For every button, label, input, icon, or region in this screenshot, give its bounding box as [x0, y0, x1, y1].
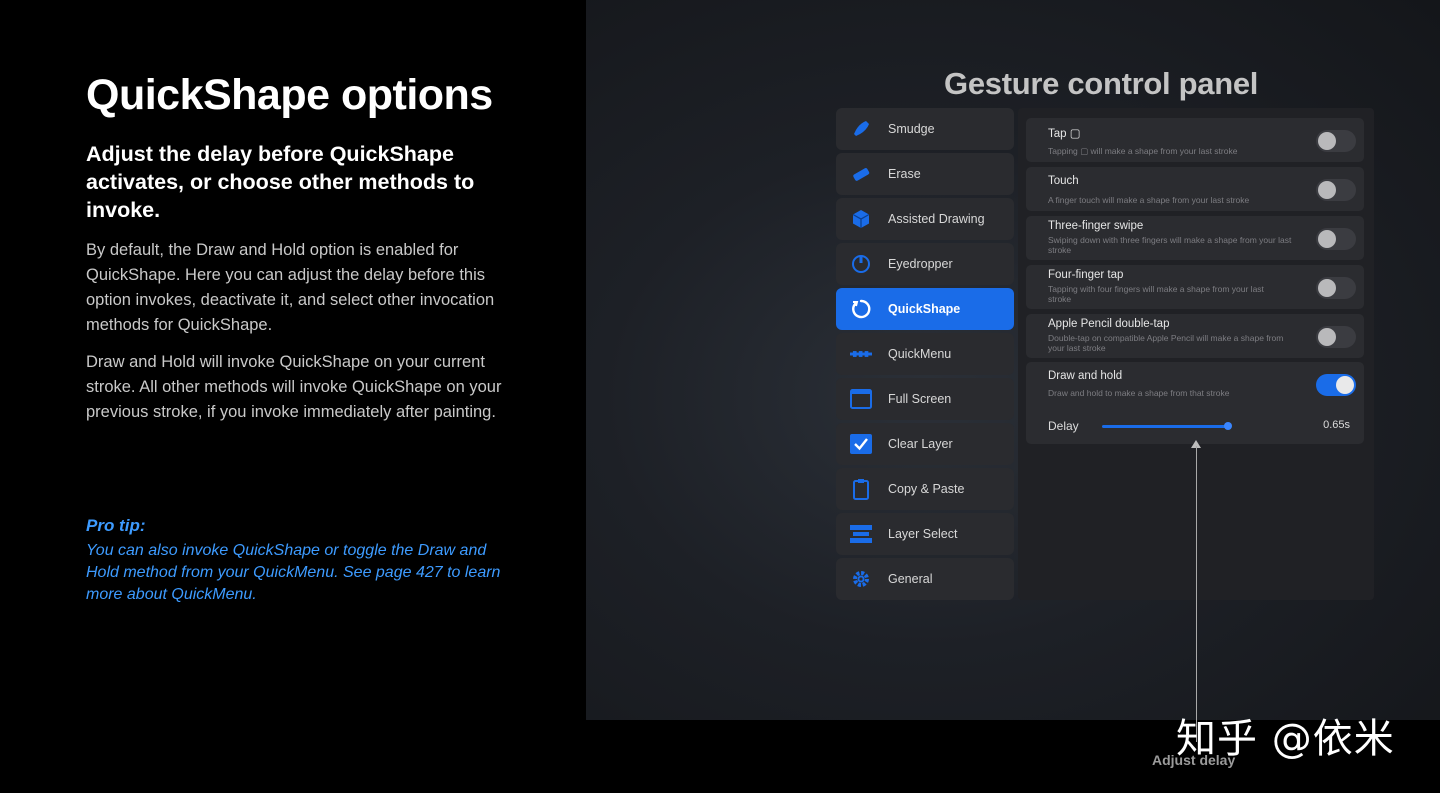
tap-toggle[interactable]: [1316, 130, 1356, 152]
menu-item-eyedropper[interactable]: Eyedropper: [836, 243, 1014, 285]
toggle-knob: [1318, 132, 1336, 150]
option-title: Touch: [1048, 175, 1079, 187]
assisted-drawing-icon: [850, 208, 872, 230]
apple-pencil-double-tap-toggle[interactable]: [1316, 326, 1356, 348]
option-description: Draw and hold to make a shape from that …: [1048, 388, 1230, 398]
menu-item-erase[interactable]: Erase: [836, 153, 1014, 195]
toggle-knob: [1318, 230, 1336, 248]
subtitle: Adjust the delay before QuickShape activ…: [86, 142, 475, 222]
smudge-icon: [850, 118, 872, 140]
delay-slider-handle[interactable]: [1224, 422, 1232, 430]
quickmenu-icon: [850, 343, 872, 365]
menu-item-full-screen[interactable]: Full Screen: [836, 378, 1014, 420]
option-title: Three-finger swipe: [1048, 220, 1144, 232]
menu-item-quickmenu[interactable]: QuickMenu: [836, 333, 1014, 375]
paragraph-default-behavior: By default, the Draw and Hold option is …: [86, 241, 495, 334]
menu-item-label: Clear Layer: [888, 437, 953, 451]
toggle-knob: [1318, 181, 1336, 199]
toggle-knob: [1336, 376, 1354, 394]
draw-and-hold-toggle[interactable]: [1316, 374, 1356, 396]
paragraph-draw-and-hold: Draw and Hold will invoke QuickShape on …: [86, 353, 502, 421]
pro-tip: Pro tip: You can also invoke QuickShape …: [86, 515, 516, 606]
option-description: Tapping ▢ will make a shape from your la…: [1048, 146, 1238, 156]
option-title: Draw and hold: [1048, 370, 1123, 382]
option-tap: Tap ▢ Tapping ▢ will make a shape from y…: [1026, 118, 1364, 162]
option-apple-pencil-double-tap: Apple Pencil double-tap Double-tap on co…: [1026, 314, 1364, 358]
menu-item-layer-select[interactable]: Layer Select: [836, 513, 1014, 555]
option-title: Apple Pencil double-tap: [1048, 318, 1170, 330]
menu-item-assisted-drawing[interactable]: Assisted Drawing: [836, 198, 1014, 240]
option-description: Swiping down with three fingers will mak…: [1048, 235, 1292, 255]
callout-label: Adjust delay: [1152, 752, 1236, 768]
pro-tip-title: Pro tip:: [86, 516, 146, 535]
menu-item-label: General: [888, 572, 933, 586]
menu-item-label: Erase: [888, 167, 921, 181]
toggle-knob: [1318, 279, 1336, 297]
layer-select-icon: [850, 523, 872, 545]
menu-item-smudge[interactable]: Smudge: [836, 108, 1014, 150]
option-description: Double-tap on compatible Apple Pencil wi…: [1048, 333, 1284, 353]
option-touch: Touch A finger touch will make a shape f…: [1026, 167, 1364, 211]
page-title: QuickShape options: [86, 71, 493, 119]
delay-label: Delay: [1048, 419, 1079, 433]
menu-item-label: Layer Select: [888, 527, 958, 541]
menu-item-general[interactable]: General: [836, 558, 1014, 600]
menu-item-label: Copy & Paste: [888, 482, 965, 496]
menu-item-copy-paste[interactable]: Copy & Paste: [836, 468, 1014, 510]
four-finger-tap-toggle[interactable]: [1316, 277, 1356, 299]
option-draw-and-hold: Draw and hold Draw and hold to make a sh…: [1026, 362, 1364, 444]
option-description: Tapping with four fingers will make a sh…: [1048, 284, 1264, 304]
copy-paste-icon: [850, 478, 872, 500]
option-four-finger-tap: Four-finger tap Tapping with four finger…: [1026, 265, 1364, 309]
eyedropper-icon: [850, 253, 872, 275]
full-screen-icon: [850, 388, 872, 410]
panel-title: Gesture control panel: [944, 66, 1259, 101]
menu-item-label: QuickShape: [888, 302, 961, 316]
menu-item-label: Assisted Drawing: [888, 212, 985, 226]
callout-line: [1196, 446, 1197, 742]
option-description: A finger touch will make a shape from yo…: [1048, 195, 1250, 205]
menu-item-label: Full Screen: [888, 392, 952, 406]
left-column: QuickShape options Adjust the delay befo…: [86, 66, 516, 425]
menu-item-label: QuickMenu: [888, 347, 952, 361]
erase-icon: [850, 163, 872, 185]
menu-item-label: Smudge: [888, 122, 935, 136]
menu-item-quickshape[interactable]: QuickShape: [836, 288, 1014, 330]
quickshape-icon: [850, 298, 872, 320]
delay-value: 0.65s: [1323, 419, 1350, 431]
option-three-finger-swipe: Three-finger swipe Swiping down with thr…: [1026, 216, 1364, 260]
delay-slider[interactable]: [1102, 425, 1228, 428]
gear-icon: [850, 568, 872, 590]
pro-tip-body: You can also invoke QuickShape or toggle…: [86, 542, 501, 603]
toggle-knob: [1318, 328, 1336, 346]
menu-item-clear-layer[interactable]: Clear Layer: [836, 423, 1014, 465]
three-finger-swipe-toggle[interactable]: [1316, 228, 1356, 250]
touch-toggle[interactable]: [1316, 179, 1356, 201]
gesture-menu: Smudge Erase Assisted Drawing Eyedropper…: [836, 108, 1016, 600]
option-title: Tap ▢: [1048, 128, 1081, 140]
clear-layer-icon: [850, 433, 872, 455]
option-title: Four-finger tap: [1048, 269, 1124, 281]
menu-item-label: Eyedropper: [888, 257, 953, 271]
